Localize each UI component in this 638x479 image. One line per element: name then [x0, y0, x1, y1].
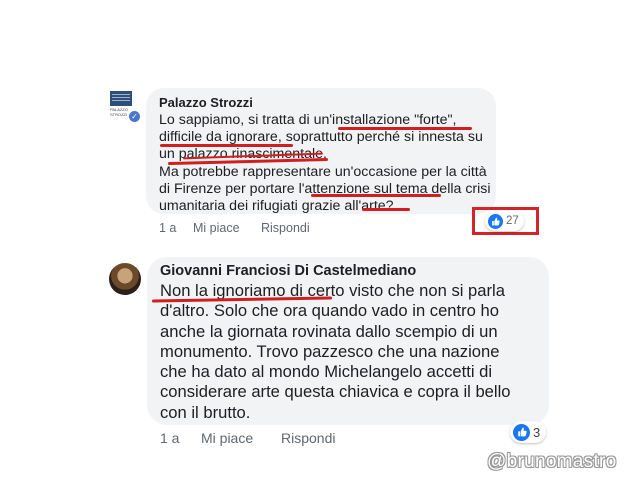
comment-line: considerare arte questa chiavica e copra…	[160, 382, 511, 402]
comment-line: umanitaria dei rifugiati grazie all'arte…	[159, 198, 394, 215]
highlight-mark	[362, 208, 410, 211]
reaction-count: 3	[533, 424, 541, 440]
logo-mark	[110, 91, 132, 106]
reply-link[interactable]: Rispondi	[281, 430, 335, 446]
comment-line: che ha dato al mondo Michelangelo accett…	[160, 362, 493, 382]
user-avatar[interactable]	[109, 263, 141, 295]
comment-author[interactable]: Palazzo Strozzi	[159, 95, 253, 110]
comment-line: monumento. Trovo pazzesco che una nazion…	[160, 341, 500, 361]
highlight-mark	[160, 144, 293, 147]
comment-line: anche la giornata rovinata dallo scempio…	[160, 321, 498, 341]
comment-line: d'altro. Solo che ora quando vado in cen…	[160, 301, 499, 321]
verified-check-icon: ✓	[128, 110, 141, 123]
comment-time[interactable]: 1 a	[159, 221, 176, 235]
thumbs-up-icon	[513, 423, 530, 441]
comment-author[interactable]: Giovanni Franciosi Di Castelmediano	[160, 263, 416, 279]
reaction-count: 27	[506, 215, 519, 227]
reaction-counter[interactable]: 27	[485, 211, 524, 231]
highlight-mark	[338, 127, 472, 130]
like-link[interactable]: Mi piace	[193, 221, 240, 235]
highlight-mark	[311, 194, 441, 197]
reaction-counter[interactable]: 3	[510, 421, 547, 443]
comment-time[interactable]: 1 a	[160, 430, 179, 446]
comment-text: Non la ignoriamo di certo visto che non …	[160, 281, 545, 423]
reply-link[interactable]: Rispondi	[261, 221, 310, 235]
comment-line: con il brutto.	[160, 402, 251, 422]
watermark: @brunomastro	[487, 451, 617, 472]
comment-line: Ma potrebbe rappresentare un'occasione p…	[159, 163, 487, 180]
like-link[interactable]: Mi piace	[201, 430, 253, 446]
thumbs-up-icon	[488, 213, 503, 229]
